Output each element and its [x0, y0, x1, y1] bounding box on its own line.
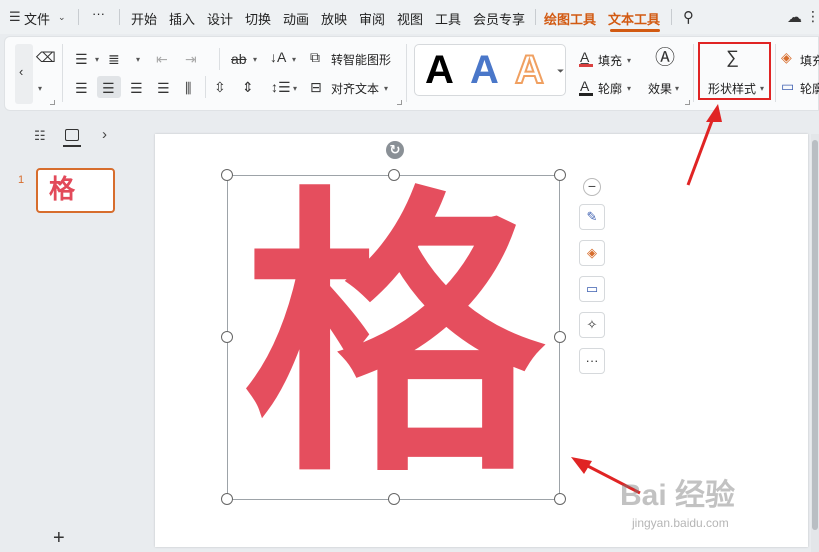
annotation-arrow-up-head — [706, 104, 722, 122]
watermark-logo: Bai 经验 — [620, 479, 736, 512]
watermark-url: jingyan.baidu.com — [632, 516, 729, 530]
annotation-arrow-left-head — [571, 457, 592, 474]
